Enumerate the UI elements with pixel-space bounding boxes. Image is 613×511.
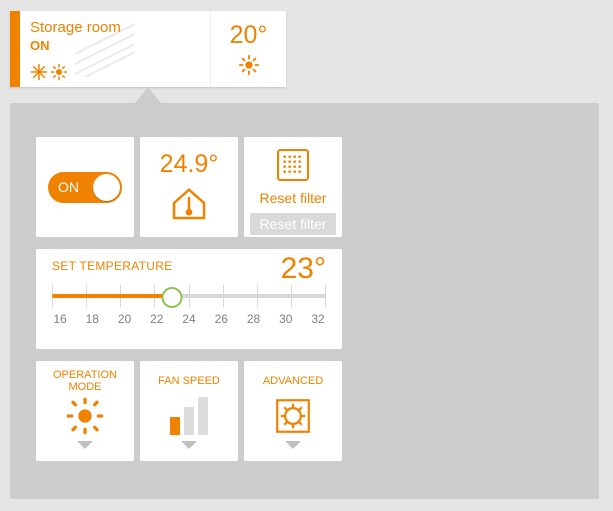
chevron-down-icon xyxy=(181,441,197,449)
advanced-gear-icon xyxy=(272,395,314,437)
gear-sun-icon xyxy=(65,395,105,437)
power-tile: ON xyxy=(36,137,134,237)
slider-tick-label: 28 xyxy=(246,312,262,326)
room-temp-value: 24.9° xyxy=(160,152,219,177)
filter-tile: Reset filter Reset filter xyxy=(244,137,342,237)
slider-tick-label: 30 xyxy=(278,312,294,326)
slider-tick xyxy=(291,285,292,307)
room-temp-tile: 24.9° xyxy=(140,137,238,237)
slider-tick xyxy=(325,285,326,307)
operation-mode-title: OPERATION MODE xyxy=(40,369,130,393)
slider-tick-label: 20 xyxy=(117,312,133,326)
set-temperature-title: SET TEMPERATURE xyxy=(52,259,173,273)
header-main: Storage room ON xyxy=(20,11,210,87)
ac-unit-image xyxy=(75,19,135,79)
filter-label: Reset filter xyxy=(260,191,327,206)
power-toggle[interactable]: ON xyxy=(48,172,122,203)
slider-tick xyxy=(189,285,190,307)
device-header-card[interactable]: Storage room ON xyxy=(10,11,286,87)
filter-grid-icon xyxy=(273,145,313,185)
chevron-down-icon xyxy=(285,441,301,449)
fan-speed-tile[interactable]: FAN SPEED xyxy=(140,361,238,461)
fan-speed-title: FAN SPEED xyxy=(158,369,220,393)
sun-icon xyxy=(238,54,260,76)
sun-icon xyxy=(50,63,68,81)
power-toggle-knob xyxy=(93,174,120,201)
reset-filter-button[interactable]: Reset filter xyxy=(250,213,337,235)
advanced-title: ADVANCED xyxy=(263,369,323,393)
fan-bar xyxy=(184,407,194,435)
slider-tick-label: 16 xyxy=(52,312,68,326)
set-temperature-value: 23° xyxy=(281,255,326,282)
header-current-temp: 20° xyxy=(210,11,286,87)
chevron-down-icon xyxy=(77,441,93,449)
slider-tick-label: 24 xyxy=(181,312,197,326)
advanced-tile[interactable]: ADVANCED xyxy=(244,361,342,461)
slider-handle[interactable] xyxy=(161,287,182,308)
slider-tick-label: 32 xyxy=(310,312,326,326)
current-temp-value: 20° xyxy=(230,23,268,48)
set-temperature-tile: SET TEMPERATURE 23° 16 18 20 22 24 26 28 30 32 xyxy=(36,249,342,349)
snowflake-icon xyxy=(30,63,48,81)
fan-bars-icon xyxy=(170,395,208,437)
mode-status-icons xyxy=(30,63,68,81)
operation-mode-tile[interactable]: OPERATION MODE xyxy=(36,361,134,461)
header-accent-bar xyxy=(10,11,20,87)
fan-bar xyxy=(198,397,208,435)
controls-panel: ON 24.9° xyxy=(10,103,599,499)
fan-bar xyxy=(170,417,180,435)
home-thermometer-icon xyxy=(169,183,209,223)
slider-tick-label: 26 xyxy=(213,312,229,326)
header-pointer xyxy=(135,87,161,103)
slider-tick-label: 18 xyxy=(84,312,100,326)
temperature-slider[interactable]: 16 18 20 22 24 26 28 30 32 xyxy=(52,294,326,326)
power-toggle-label: ON xyxy=(58,179,79,195)
slider-tick xyxy=(257,285,258,307)
slider-tick xyxy=(223,285,224,307)
slider-tick-label: 22 xyxy=(149,312,165,326)
